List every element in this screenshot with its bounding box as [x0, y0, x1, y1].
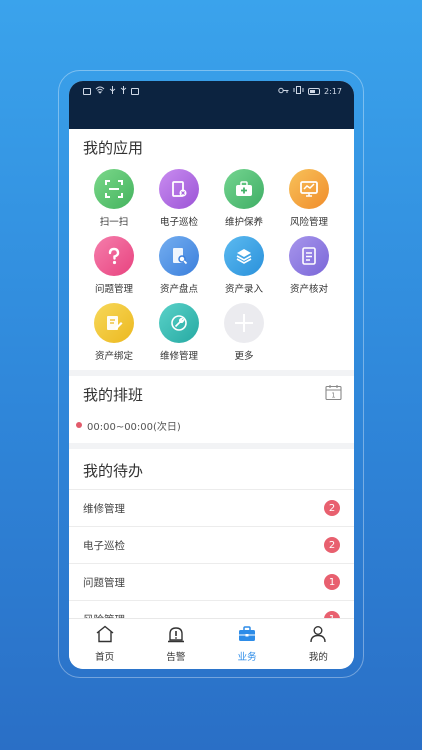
apps-grid: 扫一扫 电子巡检 维护保养 风险管理 问题管理 资产盘点 资产录入 资产核对 资…: [69, 163, 354, 370]
tab-business[interactable]: 业务: [212, 619, 283, 669]
todo-section-title: 我的待办: [83, 462, 144, 480]
search-document-icon: [159, 236, 199, 276]
app-asset-binding[interactable]: 资产绑定: [82, 303, 146, 362]
status-time: 2:17: [324, 86, 342, 96]
edit-document-icon: [94, 303, 134, 343]
usb-icon: [109, 86, 116, 96]
monitor-icon: [289, 169, 329, 209]
schedule-section: 我的排班 1 00:00~00:00(次日): [69, 376, 354, 443]
user-icon: [308, 625, 328, 647]
first-aid-icon: [224, 169, 264, 209]
layers-icon: [224, 236, 264, 276]
todo-count-badge: 2: [324, 537, 340, 553]
todo-item-inspection[interactable]: 电子巡检 2: [69, 526, 354, 563]
inspection-icon: [159, 169, 199, 209]
app-repair[interactable]: 维修管理: [147, 303, 211, 362]
app-maintenance[interactable]: 维护保养: [212, 169, 276, 228]
phone-screen: 2:17 我的应用 扫一扫 电子巡检 维护保养 风险管理 问题管理 资产盘点 资…: [69, 81, 354, 669]
calendar-icon[interactable]: 1: [325, 384, 342, 401]
todo-count-badge: 2: [324, 500, 340, 516]
svg-text:1: 1: [331, 392, 335, 400]
todo-item-repair[interactable]: 维修管理 2: [69, 489, 354, 526]
home-icon: [95, 625, 115, 647]
app-risk[interactable]: 风险管理: [277, 169, 341, 228]
app-scan[interactable]: 扫一扫: [82, 169, 146, 228]
app-asset-inventory[interactable]: 资产盘点: [147, 236, 211, 295]
shift-time: 00:00~00:00(次日): [87, 422, 181, 433]
app-more[interactable]: 更多: [212, 303, 276, 362]
wrench-icon: [159, 303, 199, 343]
vibrate-icon: [293, 86, 304, 96]
app-asset-entry[interactable]: 资产录入: [212, 236, 276, 295]
app-inspection[interactable]: 电子巡检: [147, 169, 211, 228]
sim-icon: [83, 87, 91, 95]
bottom-tab-bar: 首页 告警 业务 我的: [69, 618, 354, 669]
question-icon: [94, 236, 134, 276]
plus-icon: [224, 303, 264, 343]
shift-item: 00:00~00:00(次日): [69, 410, 354, 435]
todo-count-badge: 1: [324, 574, 340, 590]
checklist-icon: [289, 236, 329, 276]
notification-icon: [131, 87, 139, 95]
briefcase-icon: [237, 625, 257, 647]
tab-mine[interactable]: 我的: [283, 619, 354, 669]
app-issues[interactable]: 问题管理: [82, 236, 146, 295]
apps-section-title: 我的应用: [83, 139, 144, 157]
scan-icon: [94, 169, 134, 209]
status-bar: 2:17: [69, 81, 354, 129]
signal-icon: [120, 86, 127, 96]
key-icon: [278, 87, 289, 96]
todo-item-issues[interactable]: 问题管理 1: [69, 563, 354, 600]
battery-icon: [308, 87, 321, 95]
apps-section: 我的应用 扫一扫 电子巡检 维护保养 风险管理 问题管理 资产盘点 资产录入 资…: [69, 129, 354, 370]
schedule-section-title: 我的排班 1: [69, 376, 354, 410]
wifi-icon: [95, 86, 105, 96]
tab-alarm[interactable]: 告警: [140, 619, 211, 669]
tab-home[interactable]: 首页: [69, 619, 140, 669]
shift-dot: [76, 422, 82, 428]
alarm-icon: [166, 625, 186, 647]
app-asset-check[interactable]: 资产核对: [277, 236, 341, 295]
